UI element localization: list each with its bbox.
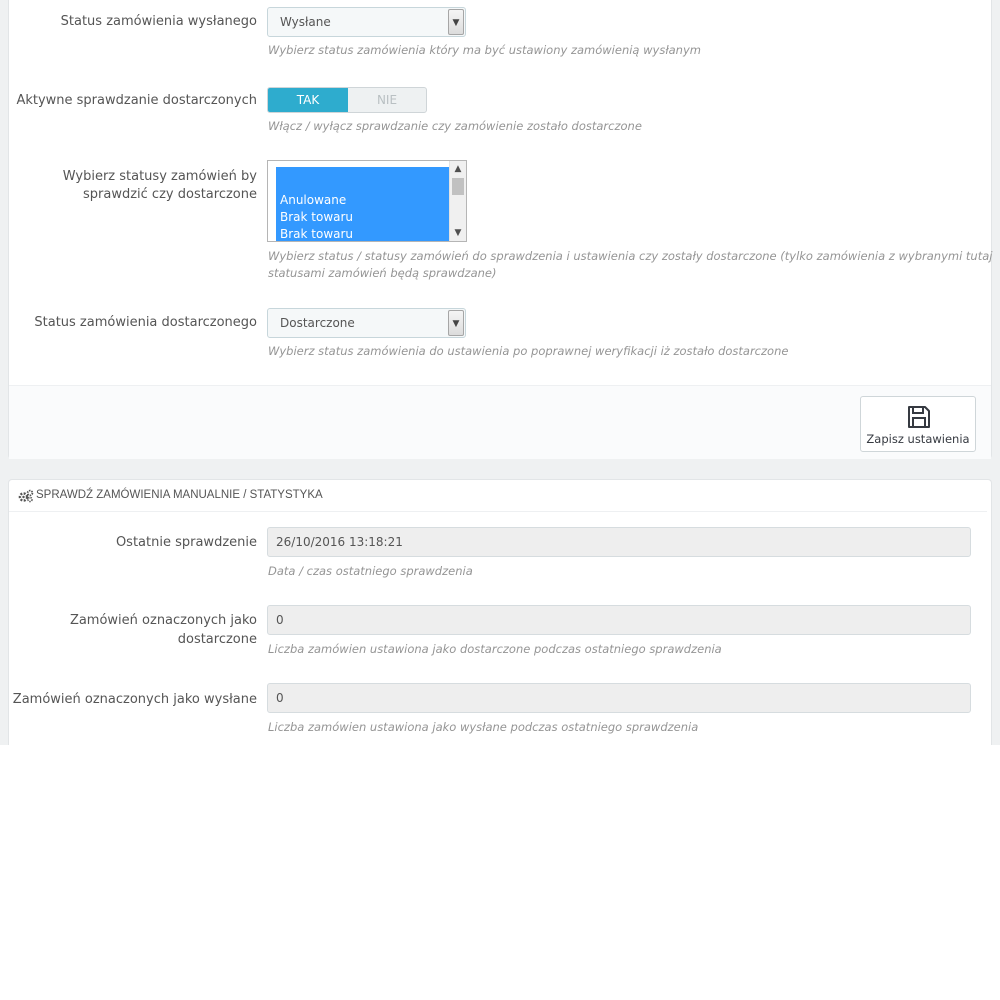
chevron-down-icon[interactable]: ▼ <box>448 310 464 336</box>
last-check-value: 26/10/2016 13:18:21 <box>276 535 403 549</box>
list-item[interactable]: Brak towaru <box>280 209 353 226</box>
delivered-status-label: Status zamówienia dostarczonego <box>34 315 257 330</box>
scroll-down-icon[interactable]: ▼ <box>450 226 466 240</box>
marked-delivered-label-line2: dostarczone <box>177 632 257 647</box>
statuses-label-line2: sprawdzić czy dostarczone <box>83 187 257 202</box>
delivered-status-value: Dostarczone <box>280 316 355 330</box>
active-check-label: Aktywne sprawdzanie dostarczonych <box>16 93 257 108</box>
panel-title: SPRAWDŹ ZAMÓWIENIA MANUALNIE / STATYSTYK… <box>36 489 323 501</box>
statuses-label-line1: Wybierz statusy zamówień by <box>62 169 257 184</box>
last-check-field: 26/10/2016 13:18:21 <box>267 527 971 557</box>
panel-footer <box>9 385 991 459</box>
list-item[interactable]: Brak towaru <box>280 226 353 241</box>
delivered-status-select[interactable]: Dostarczone ▼ <box>267 308 466 338</box>
marked-delivered-label-line1: Zamówień oznaczonych jako <box>69 613 257 628</box>
scroll-up-icon[interactable]: ▲ <box>450 162 466 176</box>
marked-sent-value: 0 <box>276 691 284 705</box>
save-button-label: Zapisz ustawienia <box>866 432 970 446</box>
delivered-status-help: Wybierz status zamówienia do ustawienia … <box>268 344 789 358</box>
active-check-switch[interactable]: TAK NIE <box>267 87 427 113</box>
active-check-help: Włącz / wyłącz sprawdzanie czy zamówieni… <box>268 119 642 133</box>
selected-options: Anulowane Brak towaru Brak towaru <box>276 167 449 241</box>
gears-icon <box>18 489 34 503</box>
last-check-help: Data / czas ostatniego sprawdzenia <box>268 564 473 578</box>
sent-status-label: Status zamówienia wysłanego <box>60 14 257 29</box>
switch-on-option[interactable]: TAK <box>268 88 348 112</box>
statuses-multiselect[interactable]: Anulowane Brak towaru Brak towaru ▲ ▼ <box>267 160 467 242</box>
marked-sent-field: 0 <box>267 683 971 713</box>
marked-sent-help: Liczba zamówien ustawiona jako wysłane p… <box>268 720 699 734</box>
switch-off-option[interactable]: NIE <box>348 88 426 112</box>
marked-delivered-field: 0 <box>267 605 971 635</box>
sent-status-value: Wysłane <box>280 15 331 29</box>
blank-area <box>0 745 1000 1000</box>
chevron-down-icon[interactable]: ▼ <box>448 9 464 35</box>
scroll-thumb[interactable] <box>452 178 464 195</box>
marked-sent-label: Zamówień oznaczonych jako wysłane <box>12 692 257 707</box>
listbox-scrollbar[interactable]: ▲ ▼ <box>449 161 466 241</box>
sent-status-help: Wybierz status zamówienia który ma być u… <box>268 43 701 57</box>
statuses-help-line2: statusami zamówień będą sprawdzane) <box>268 266 497 280</box>
sent-status-select[interactable]: Wysłane ▼ <box>267 7 466 37</box>
floppy-disk-icon <box>908 406 930 428</box>
last-check-label: Ostatnie sprawdzenie <box>115 535 257 550</box>
save-button[interactable]: Zapisz ustawienia <box>860 396 976 452</box>
stats-panel-heading: SPRAWDŹ ZAMÓWIENIA MANUALNIE / STATYSTYK… <box>9 484 987 512</box>
list-item[interactable]: Anulowane <box>280 192 346 209</box>
statuses-help-line1: Wybierz status / statusy zamówień do spr… <box>268 249 993 263</box>
marked-delivered-value: 0 <box>276 613 284 627</box>
marked-delivered-help: Liczba zamówien ustawiona jako dostarczo… <box>268 642 722 656</box>
